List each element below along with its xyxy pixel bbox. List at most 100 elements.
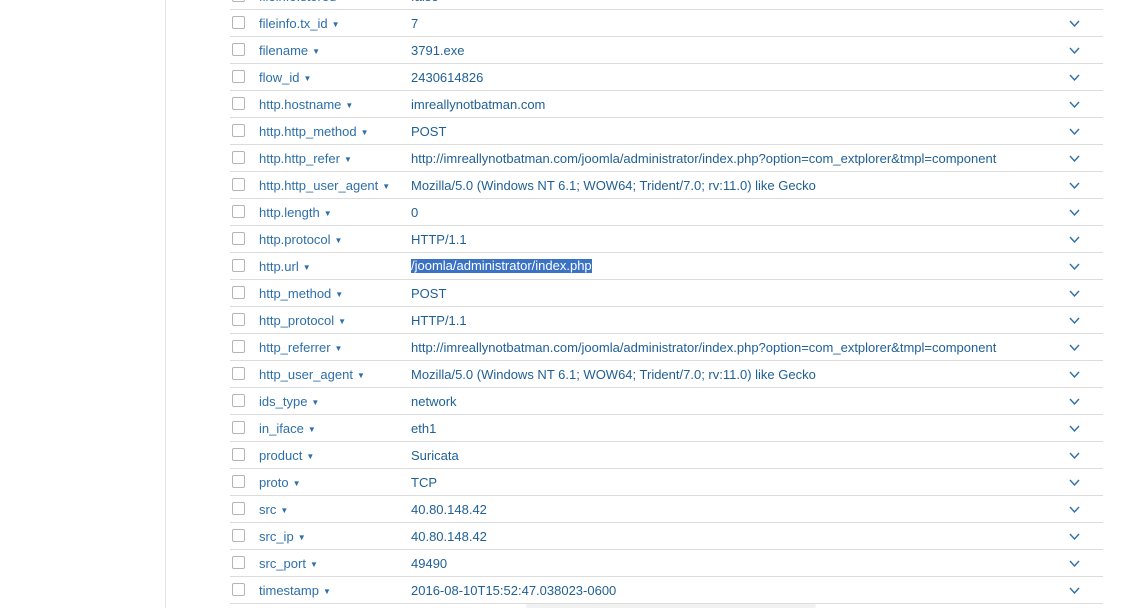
row-checkbox[interactable]	[232, 0, 245, 2]
row-checkbox[interactable]	[232, 16, 245, 29]
row-checkbox[interactable]	[232, 475, 245, 488]
row-checkbox[interactable]	[232, 178, 245, 191]
field-value[interactable]: http://imreallynotbatman.com/joomla/admi…	[411, 334, 996, 361]
chevron-down-icon[interactable]	[1068, 287, 1081, 300]
chevron-down-icon[interactable]	[1068, 341, 1081, 354]
chevron-down-icon[interactable]	[1068, 422, 1081, 435]
field-name-link[interactable]: http.length ▼	[259, 199, 332, 226]
caret-down-icon[interactable]: ▼	[335, 227, 343, 254]
chevron-down-icon[interactable]	[1068, 44, 1081, 57]
caret-down-icon[interactable]: ▼	[280, 497, 288, 524]
caret-down-icon[interactable]: ▼	[312, 38, 320, 65]
chevron-down-icon[interactable]	[1068, 395, 1081, 408]
chevron-down-icon[interactable]	[1068, 179, 1081, 192]
field-name-link[interactable]: http_protocol ▼	[259, 307, 346, 334]
chevron-down-icon[interactable]	[1068, 125, 1081, 138]
field-name-link[interactable]: http_user_agent ▼	[259, 361, 365, 388]
caret-down-icon[interactable]: ▼	[298, 524, 306, 551]
caret-down-icon[interactable]: ▼	[332, 11, 340, 38]
field-name-link[interactable]: fileinfo.tx_id ▼	[259, 10, 340, 37]
row-checkbox[interactable]	[232, 556, 245, 569]
chevron-down-icon[interactable]	[1068, 233, 1081, 246]
row-checkbox[interactable]	[232, 421, 245, 434]
chevron-down-icon[interactable]	[1068, 98, 1081, 111]
field-value[interactable]: 40.80.148.42	[411, 496, 487, 523]
field-name-link[interactable]: filename ▼	[259, 37, 320, 64]
chevron-down-icon[interactable]	[1068, 206, 1081, 219]
field-name-link[interactable]: http.http_user_agent ▼	[259, 172, 390, 199]
row-checkbox[interactable]	[232, 232, 245, 245]
field-value[interactable]: network	[411, 388, 457, 415]
field-value[interactable]: eth1	[411, 415, 436, 442]
caret-down-icon[interactable]: ▼	[357, 362, 365, 389]
field-value[interactable]: false	[411, 0, 438, 10]
row-checkbox[interactable]	[232, 367, 245, 380]
caret-down-icon[interactable]: ▼	[303, 254, 311, 281]
field-name-link[interactable]: src ▼	[259, 496, 288, 523]
field-name-link[interactable]: fileinfo.stored▼	[259, 0, 348, 10]
caret-down-icon[interactable]: ▼	[335, 335, 343, 362]
field-name-link[interactable]: http.hostname ▼	[259, 91, 353, 118]
field-value[interactable]: 2430614826	[411, 64, 483, 91]
field-name-link[interactable]: in_iface ▼	[259, 415, 316, 442]
chevron-down-icon[interactable]	[1068, 260, 1081, 273]
field-value[interactable]: http://imreallynotbatman.com/joomla/admi…	[411, 145, 996, 172]
horizontal-scrollbar[interactable]	[526, 604, 816, 608]
field-name-link[interactable]: product ▼	[259, 442, 314, 469]
field-value[interactable]: /joomla/administrator/index.php	[411, 259, 592, 273]
row-checkbox[interactable]	[232, 583, 245, 596]
field-value[interactable]: Mozilla/5.0 (Windows NT 6.1; WOW64; Trid…	[411, 361, 816, 388]
row-checkbox[interactable]	[232, 448, 245, 461]
caret-down-icon[interactable]: ▼	[344, 146, 352, 173]
row-checkbox[interactable]	[232, 313, 245, 326]
row-checkbox[interactable]	[232, 340, 245, 353]
field-name-link[interactable]: src_ip ▼	[259, 523, 306, 550]
field-value[interactable]: TCP	[411, 469, 437, 496]
chevron-down-icon[interactable]	[1068, 314, 1081, 327]
chevron-down-icon[interactable]	[1068, 530, 1081, 543]
row-checkbox[interactable]	[232, 394, 245, 407]
chevron-down-icon[interactable]	[1068, 476, 1081, 489]
field-value[interactable]: 3791.exe	[411, 37, 465, 64]
field-name-link[interactable]: http.url ▼	[259, 253, 311, 280]
row-checkbox[interactable]	[232, 124, 245, 137]
row-checkbox[interactable]	[232, 97, 245, 110]
caret-down-icon[interactable]: ▼	[345, 92, 353, 119]
field-value[interactable]: POST	[411, 118, 446, 145]
caret-down-icon[interactable]: ▼	[310, 551, 318, 578]
field-name-link[interactable]: proto ▼	[259, 469, 301, 496]
chevron-down-icon[interactable]	[1068, 503, 1081, 516]
caret-down-icon[interactable]: ▼	[361, 119, 369, 146]
chevron-down-icon[interactable]	[1068, 0, 1081, 3]
field-name-link[interactable]: http.protocol ▼	[259, 226, 342, 253]
caret-down-icon[interactable]: ▼	[323, 578, 331, 605]
field-value[interactable]: 40.80.148.42	[411, 523, 487, 550]
field-name-link[interactable]: ids_type ▼	[259, 388, 319, 415]
field-value[interactable]: Suricata	[411, 442, 459, 469]
row-checkbox[interactable]	[232, 43, 245, 56]
chevron-down-icon[interactable]	[1068, 584, 1081, 597]
field-name-link[interactable]: http.http_refer ▼	[259, 145, 352, 172]
caret-down-icon[interactable]: ▼	[338, 308, 346, 335]
row-checkbox[interactable]	[232, 205, 245, 218]
caret-down-icon[interactable]: ▼	[335, 281, 343, 308]
field-name-link[interactable]: src_port ▼	[259, 550, 318, 577]
caret-down-icon[interactable]: ▼	[311, 389, 319, 416]
field-name-link[interactable]: flow_id ▼	[259, 64, 311, 91]
row-checkbox[interactable]	[232, 502, 245, 515]
chevron-down-icon[interactable]	[1068, 557, 1081, 570]
field-name-link[interactable]: timestamp ▼	[259, 577, 331, 604]
caret-down-icon[interactable]: ▼	[306, 443, 314, 470]
field-name-link[interactable]: http.http_method ▼	[259, 118, 369, 145]
chevron-down-icon[interactable]	[1068, 368, 1081, 381]
row-checkbox[interactable]	[232, 70, 245, 83]
row-checkbox[interactable]	[232, 151, 245, 164]
field-name-link[interactable]: http_referrer ▼	[259, 334, 342, 361]
row-checkbox[interactable]	[232, 529, 245, 542]
field-name-link[interactable]: http_method ▼	[259, 280, 343, 307]
caret-down-icon[interactable]: ▼	[324, 200, 332, 227]
caret-down-icon[interactable]: ▼	[308, 416, 316, 443]
field-value[interactable]: 2016-08-10T15:52:47.038023-0600	[411, 577, 616, 604]
field-value[interactable]: imreallynotbatman.com	[411, 91, 545, 118]
caret-down-icon[interactable]: ▼	[293, 470, 301, 497]
